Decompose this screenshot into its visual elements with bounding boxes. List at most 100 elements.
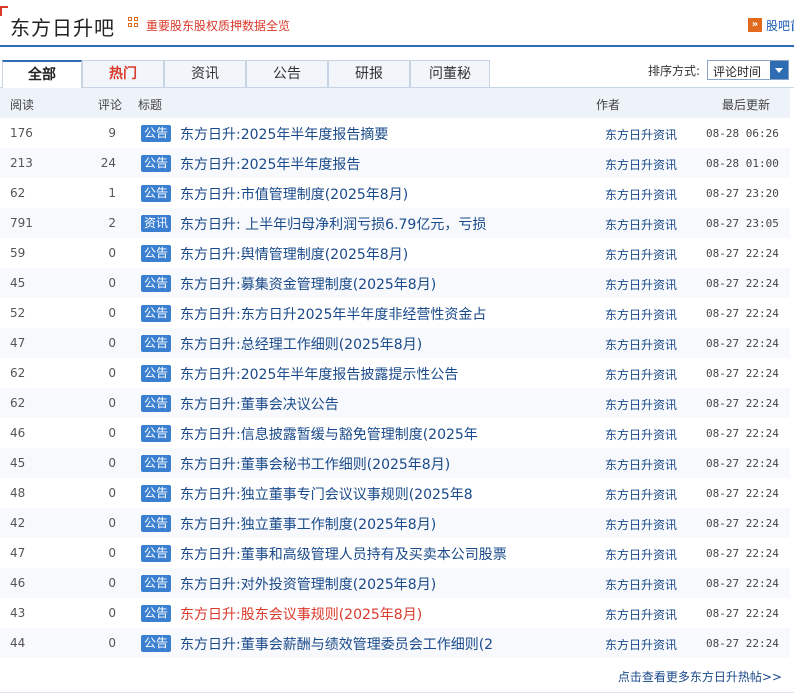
tab-news[interactable]: 资讯 [164, 60, 246, 87]
post-type-badge[interactable]: 公告 [141, 485, 171, 502]
author-link[interactable]: 东方日升资讯 [605, 366, 677, 383]
post-type-badge[interactable]: 公告 [141, 575, 171, 592]
post-title-link[interactable]: 东方日升:独立董事专门会议议事规则(2025年8 [180, 484, 473, 504]
post-title-link[interactable]: 东方日升:东方日升2025年半年度非经营性资金占 [180, 304, 486, 324]
author-link[interactable]: 东方日升资讯 [605, 426, 677, 443]
author-link[interactable]: 东方日升资讯 [605, 126, 677, 143]
post-title-link[interactable]: 东方日升:独立董事工作制度(2025年8月) [180, 514, 436, 534]
header-divider [0, 45, 794, 47]
post-title-link[interactable]: 东方日升:董事和高级管理人员持有及买卖本公司股票 [180, 544, 507, 564]
post-type-badge[interactable]: 公告 [141, 245, 171, 262]
post-title-link[interactable]: 东方日升: 上半年归母净利润亏损6.79亿元，亏损 [180, 214, 486, 234]
read-count: 44 [10, 636, 26, 650]
table-row[interactable]: 42 0 公告 东方日升:独立董事工作制度(2025年8月) 东方日升资讯 08-27 2… [0, 508, 790, 538]
author-link[interactable]: 东方日升资讯 [605, 636, 677, 653]
table-row[interactable]: 791 2 资讯 东方日升: 上半年归母净利润亏损6.79亿元，亏损 东方日升资讯 08-… [0, 208, 790, 238]
author-link[interactable]: 东方日升资讯 [605, 546, 677, 563]
col-comments: 评论 [98, 98, 123, 112]
post-title-link[interactable]: 东方日升:募集资金管理制度(2025年8月) [180, 274, 436, 294]
chevron-down-icon[interactable] [770, 61, 788, 79]
table-row[interactable]: 47 0 公告 东方日升:董事和高级管理人员持有及买卖本公司股票 东方日升资讯 08-27… [0, 538, 790, 568]
double-chevron-icon[interactable]: » [748, 18, 762, 32]
table-row[interactable]: 62 0 公告 东方日升:董事会决议公告 东方日升资讯 08-27 22:24 [0, 388, 790, 418]
table-row[interactable]: 44 0 公告 东方日升:董事会薪酬与绩效管理委员会工作细则(2 东方日升资讯 08-27… [0, 628, 790, 658]
last-updated: 08-27 22:24 [706, 577, 779, 590]
author-link[interactable]: 东方日升资讯 [605, 186, 677, 203]
bar-title[interactable]: 东方日升吧 [10, 12, 115, 41]
pledge-data-link[interactable]: 重要股东股权质押数据全览 [146, 17, 290, 34]
post-type-badge[interactable]: 公告 [141, 125, 171, 142]
post-title-link[interactable]: 东方日升:对外投资管理制度(2025年8月) [180, 574, 436, 594]
comment-count: 0 [108, 486, 116, 500]
table-row[interactable]: 62 1 公告 东方日升:市值管理制度(2025年8月) 东方日升资讯 08-27 23:… [0, 178, 790, 208]
post-title-link[interactable]: 东方日升:股东会议事规则(2025年8月) [180, 604, 422, 624]
tab-research[interactable]: 研报 [328, 60, 410, 87]
author-link[interactable]: 东方日升资讯 [605, 336, 677, 353]
bottom-divider [0, 692, 794, 693]
tab-hot[interactable]: 热门 [82, 60, 164, 87]
last-updated: 08-27 22:24 [706, 547, 779, 560]
post-type-badge[interactable]: 公告 [141, 335, 171, 352]
tab-all[interactable]: 全部 [2, 60, 82, 89]
table-row[interactable]: 46 0 公告 东方日升:对外投资管理制度(2025年8月) 东方日升资讯 08-27 2… [0, 568, 790, 598]
author-link[interactable]: 东方日升资讯 [605, 246, 677, 263]
table-row[interactable]: 45 0 公告 东方日升:募集资金管理制度(2025年8月) 东方日升资讯 08-27 2… [0, 268, 790, 298]
post-type-badge[interactable]: 公告 [141, 155, 171, 172]
table-row[interactable]: 52 0 公告 东方日升:东方日升2025年半年度非经营性资金占 东方日升资讯 08-27… [0, 298, 790, 328]
post-type-badge[interactable]: 公告 [141, 275, 171, 292]
post-title-link[interactable]: 东方日升:信息披露暂缓与豁免管理制度(2025年 [180, 424, 478, 444]
post-title-link[interactable]: 东方日升:2025年半年度报告摘要 [180, 124, 388, 144]
post-title-link[interactable]: 东方日升:舆情管理制度(2025年8月) [180, 244, 408, 264]
comment-count: 1 [108, 186, 116, 200]
post-type-badge[interactable]: 资讯 [141, 215, 171, 232]
col-title: 标题 [138, 98, 163, 112]
tab-ask-secretary[interactable]: 问董秘 [410, 60, 490, 87]
post-title-link[interactable]: 东方日升:董事会秘书工作细则(2025年8月) [180, 454, 450, 474]
post-title-link[interactable]: 东方日升:总经理工作细则(2025年8月) [180, 334, 422, 354]
table-row[interactable]: 213 24 公告 东方日升:2025年半年度报告 东方日升资讯 08-28 01:00 [0, 148, 790, 178]
table-row[interactable]: 43 0 公告 东方日升:股东会议事规则(2025年8月) 东方日升资讯 08-27 22… [0, 598, 790, 628]
table-row[interactable]: 59 0 公告 东方日升:舆情管理制度(2025年8月) 东方日升资讯 08-27 22:… [0, 238, 790, 268]
post-type-badge[interactable]: 公告 [141, 515, 171, 532]
post-type-badge[interactable]: 公告 [141, 185, 171, 202]
comment-count: 0 [108, 246, 116, 260]
author-link[interactable]: 东方日升资讯 [605, 606, 677, 623]
author-link[interactable]: 东方日升资讯 [605, 516, 677, 533]
post-title-link[interactable]: 东方日升:董事会薪酬与绩效管理委员会工作细则(2 [180, 634, 493, 654]
last-updated: 08-27 22:24 [706, 307, 779, 320]
last-updated: 08-27 22:24 [706, 487, 779, 500]
post-title-link[interactable]: 东方日升:市值管理制度(2025年8月) [180, 184, 408, 204]
author-link[interactable]: 东方日升资讯 [605, 216, 677, 233]
comment-count: 9 [108, 126, 116, 140]
post-type-badge[interactable]: 公告 [141, 365, 171, 382]
post-type-badge[interactable]: 公告 [141, 395, 171, 412]
post-title-link[interactable]: 东方日升:2025年半年度报告 [180, 154, 360, 174]
table-row[interactable]: 46 0 公告 东方日升:信息披露暂缓与豁免管理制度(2025年 东方日升资讯 08-27… [0, 418, 790, 448]
author-link[interactable]: 东方日升资讯 [605, 576, 677, 593]
post-type-badge[interactable]: 公告 [141, 305, 171, 322]
guide-link[interactable]: 股吧首 [766, 17, 794, 34]
post-type-badge[interactable]: 公告 [141, 425, 171, 442]
comment-count: 0 [108, 636, 116, 650]
post-title-link[interactable]: 东方日升:2025年半年度报告披露提示性公告 [180, 364, 458, 384]
author-link[interactable]: 东方日升资讯 [605, 306, 677, 323]
post-type-badge[interactable]: 公告 [141, 545, 171, 562]
more-posts-link[interactable]: 点击查看更多东方日升热帖>> [618, 668, 782, 685]
sort-select[interactable]: 评论时间 [707, 60, 789, 80]
author-link[interactable]: 东方日升资讯 [605, 396, 677, 413]
author-link[interactable]: 东方日升资讯 [605, 276, 677, 293]
table-row[interactable]: 176 9 公告 东方日升:2025年半年度报告摘要 东方日升资讯 08-28 06:26 [0, 118, 790, 148]
table-row[interactable]: 62 0 公告 东方日升:2025年半年度报告披露提示性公告 东方日升资讯 08-27 2… [0, 358, 790, 388]
post-title-link[interactable]: 东方日升:董事会决议公告 [180, 394, 339, 414]
post-type-badge[interactable]: 公告 [141, 455, 171, 472]
author-link[interactable]: 东方日升资讯 [605, 156, 677, 173]
last-updated: 08-27 22:24 [706, 517, 779, 530]
table-row[interactable]: 45 0 公告 东方日升:董事会秘书工作细则(2025年8月) 东方日升资讯 08-27 … [0, 448, 790, 478]
post-type-badge[interactable]: 公告 [141, 605, 171, 622]
table-row[interactable]: 48 0 公告 东方日升:独立董事专门会议议事规则(2025年8 东方日升资讯 08-27… [0, 478, 790, 508]
tab-notice[interactable]: 公告 [246, 60, 328, 87]
post-type-badge[interactable]: 公告 [141, 635, 171, 652]
author-link[interactable]: 东方日升资讯 [605, 486, 677, 503]
author-link[interactable]: 东方日升资讯 [605, 456, 677, 473]
table-row[interactable]: 47 0 公告 东方日升:总经理工作细则(2025年8月) 东方日升资讯 08-27 22… [0, 328, 790, 358]
